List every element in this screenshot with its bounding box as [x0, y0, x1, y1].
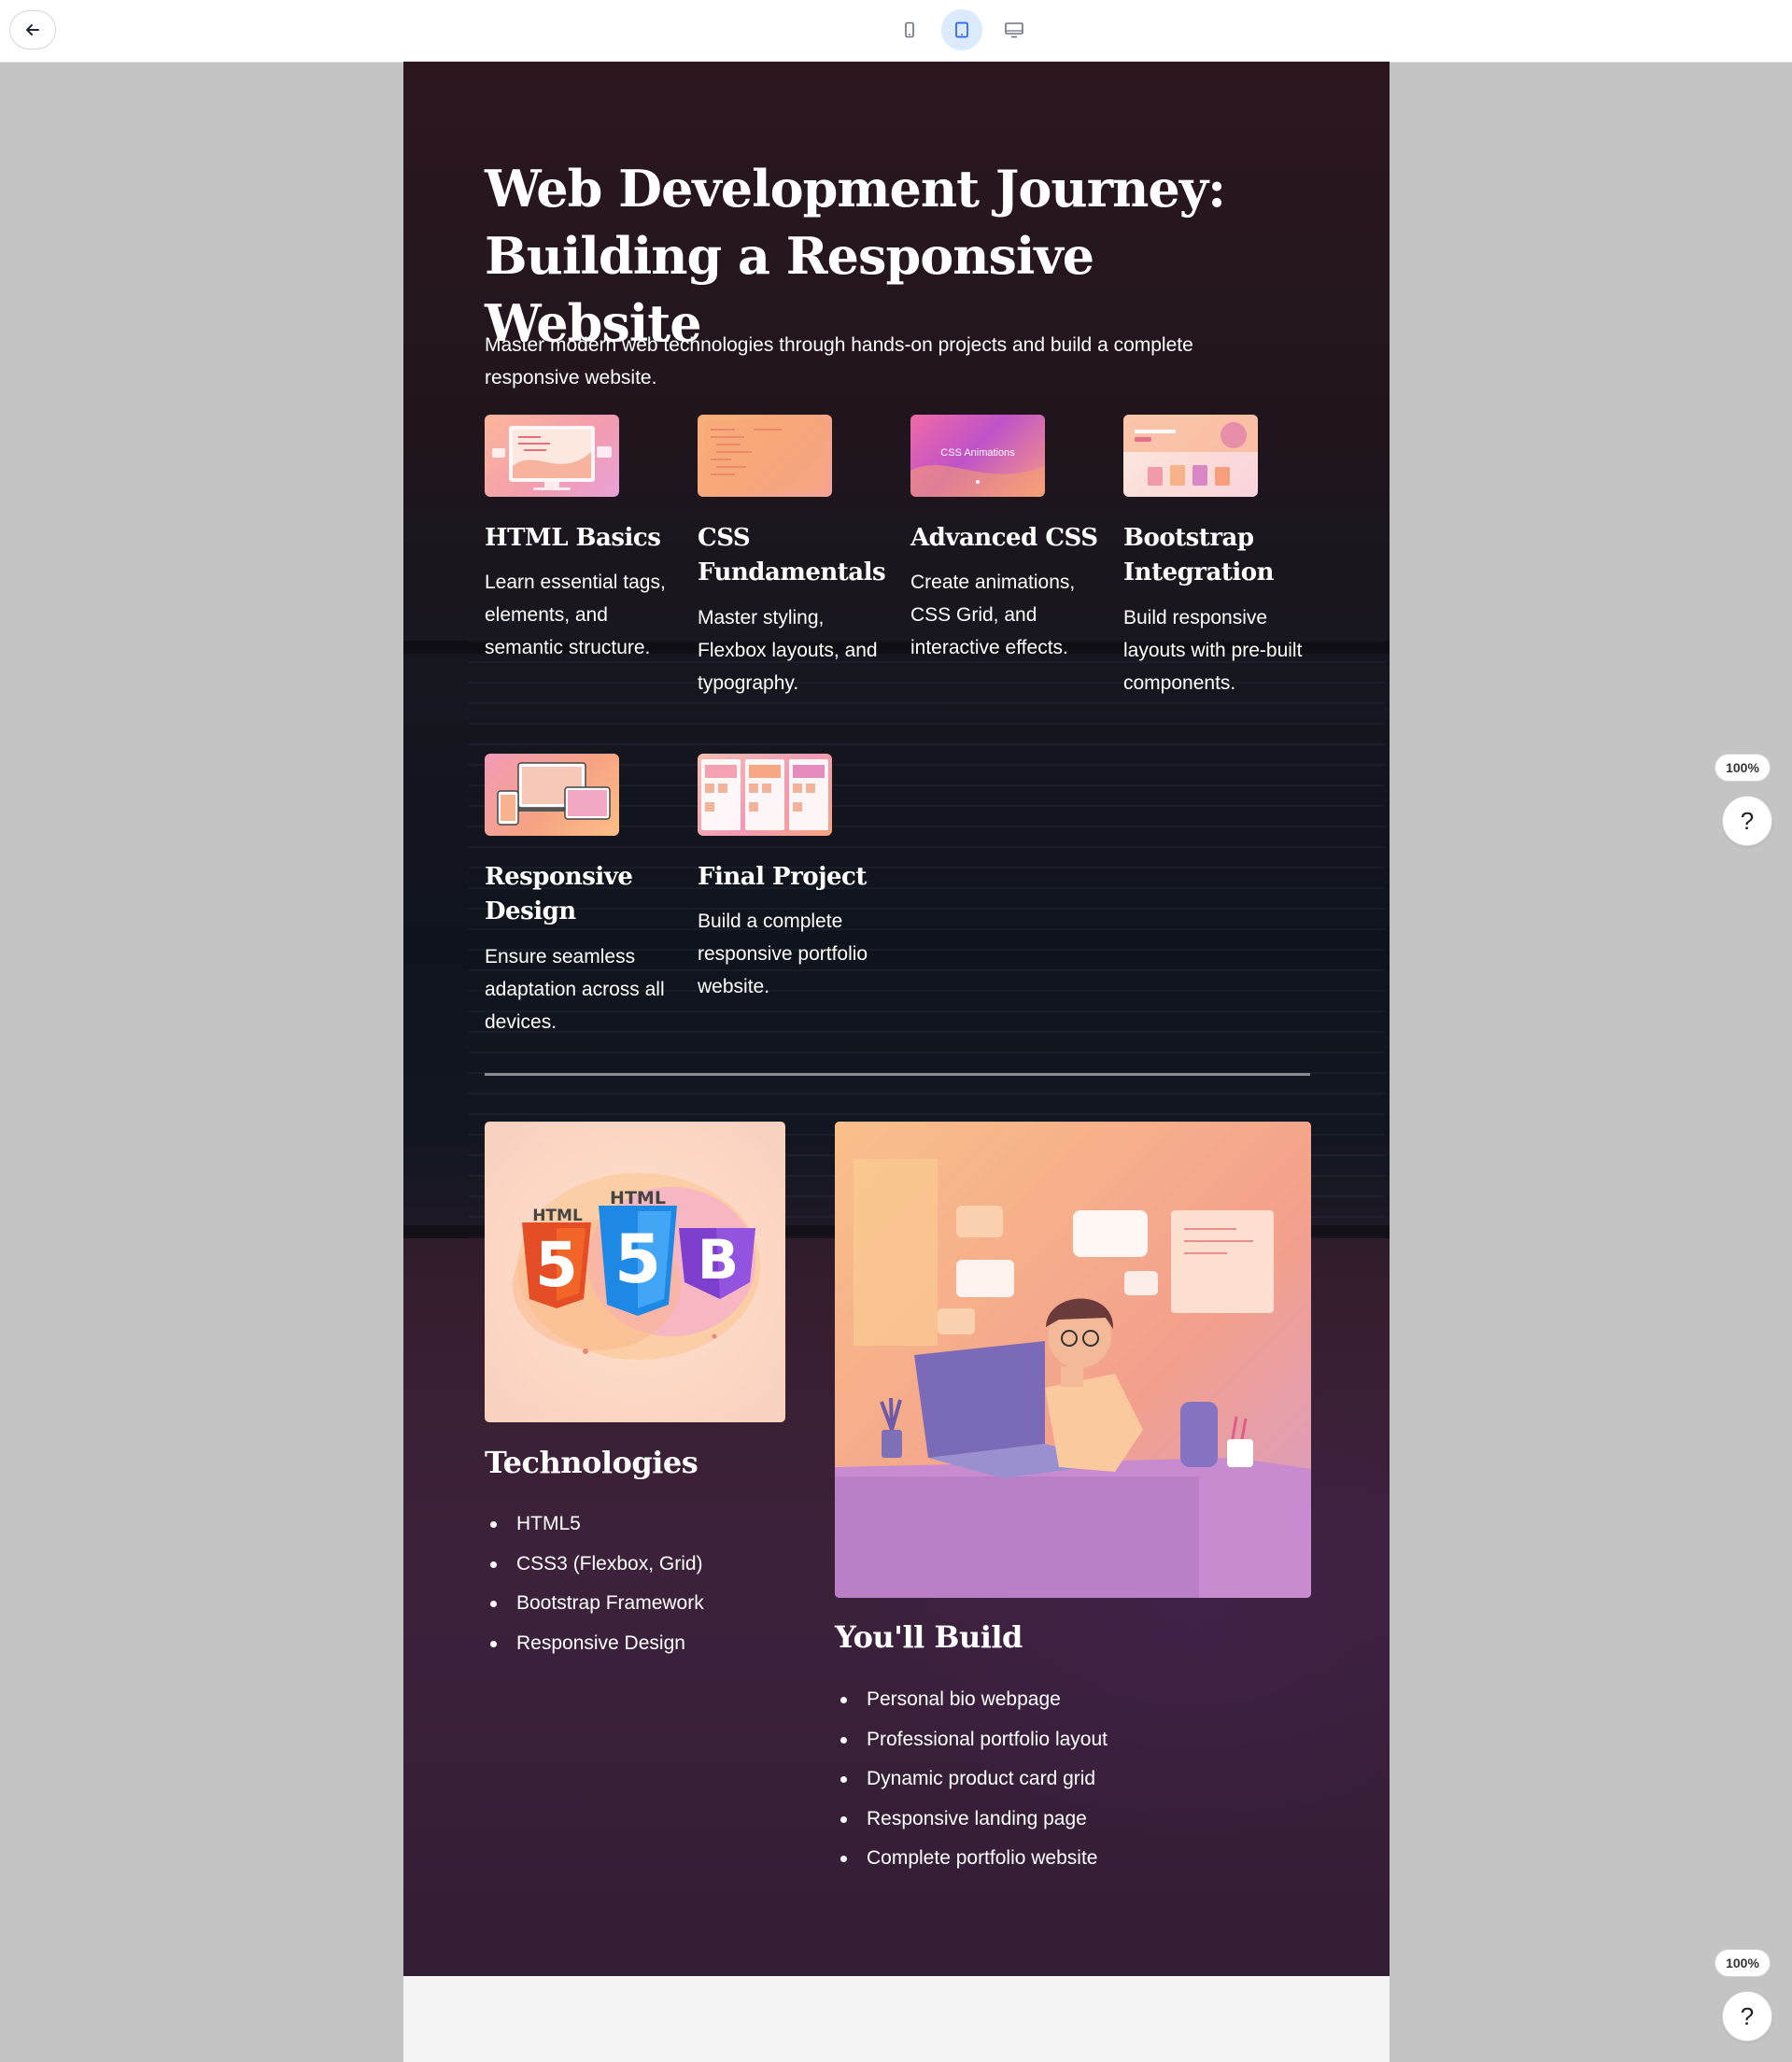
- code-monitor-icon: [492, 426, 612, 490]
- mobile-view-button[interactable]: [889, 9, 930, 50]
- module-card-css-fundamentals[interactable]: CSS Fundamentals Master styling, Flexbox…: [698, 415, 894, 694]
- html-label-left: HTML: [532, 1207, 583, 1225]
- html-label-top: HTML: [610, 1188, 666, 1208]
- css-animations-label: CSS Animations: [940, 447, 1015, 459]
- module-thumbnail: CSS Animations: [910, 415, 1045, 497]
- list-item: Bootstrap Framework: [485, 1584, 704, 1624]
- module-description: Build a complete responsive portfolio we…: [698, 911, 868, 997]
- desktop-icon: [1005, 22, 1023, 38]
- list-item: Responsive landing page: [835, 1800, 1108, 1840]
- zoom-indicator[interactable]: 100%: [1714, 754, 1771, 782]
- preview-toolbar: [0, 0, 1792, 63]
- list-item: Personal bio webpage: [835, 1680, 1108, 1720]
- frame-bottom-area: [403, 1976, 1390, 2062]
- module-description: Create animations, CSS Grid, and interac…: [910, 572, 1076, 658]
- module-description: Learn essential tags, elements, and sema…: [485, 572, 666, 658]
- module-title: Advanced CSS: [910, 524, 1098, 552]
- tablet-icon: [955, 21, 968, 38]
- technologies-list: HTML5 CSS3 (Flexbox, Grid) Bootstrap Fra…: [485, 1504, 704, 1663]
- page-title: Web Development Journey: Building a Resp…: [485, 155, 1288, 357]
- css-animations-banner: CSS Animations: [910, 447, 1045, 497]
- build-list: Personal bio webpage Professional portfo…: [835, 1680, 1108, 1879]
- module-description: Master styling, Flexbox layouts, and typ…: [698, 607, 878, 694]
- page-subtitle: Master modern web technologies through h…: [485, 334, 1193, 388]
- back-button[interactable]: [9, 10, 56, 49]
- website-layout-icon: [1123, 415, 1258, 497]
- list-item: CSS3 (Flexbox, Grid): [485, 1545, 704, 1585]
- section-divider: [485, 1073, 1310, 1076]
- module-title: Responsive Design: [485, 863, 633, 925]
- module-thumbnail: [1123, 415, 1258, 497]
- phone-icon: [905, 21, 914, 38]
- code-editor-icon: [703, 420, 826, 491]
- help-button[interactable]: ?: [1722, 1991, 1772, 2041]
- module-thumbnail: [698, 754, 832, 836]
- module-title: CSS Fundamentals: [698, 524, 886, 586]
- module-card-final-project[interactable]: Final Project Build a complete responsiv…: [698, 754, 894, 997]
- technologies-title: Technologies: [485, 1445, 698, 1480]
- module-thumbnail: [698, 415, 832, 497]
- preview-frame: Web Development Journey: Building a Resp…: [403, 62, 1390, 1976]
- arrow-left-icon: [26, 24, 39, 35]
- tech-logos-icon: 5 HTML 5 HTML B: [513, 1173, 760, 1360]
- module-card-bootstrap-integration[interactable]: Bootstrap Integration Build responsive l…: [1123, 415, 1319, 694]
- build-title: You'll Build: [835, 1619, 1023, 1655]
- tablet-view-button[interactable]: [941, 9, 982, 50]
- list-item: Complete portfolio website: [835, 1839, 1108, 1879]
- zoom-indicator[interactable]: 100%: [1714, 1949, 1771, 1977]
- module-title: Final Project: [698, 863, 867, 891]
- developer-at-desk-icon: [835, 1122, 1311, 1598]
- list-item: Responsive Design: [485, 1624, 704, 1664]
- desktop-view-button[interactable]: [994, 9, 1035, 50]
- module-thumbnail: [485, 754, 619, 836]
- css3-numeral: 5: [614, 1220, 661, 1298]
- technologies-illustration: 5 HTML 5 HTML B: [485, 1122, 785, 1422]
- multi-device-icon: [497, 762, 611, 826]
- module-card-advanced-css[interactable]: CSS Animations Advanced CSS Create anima…: [910, 415, 1107, 658]
- module-description: Build responsive layouts with pre-built …: [1123, 607, 1303, 694]
- module-title: HTML Basics: [485, 524, 661, 552]
- list-item: Dynamic product card grid: [835, 1759, 1108, 1800]
- list-item: HTML5: [485, 1504, 704, 1545]
- portfolio-pages-icon: [701, 759, 828, 830]
- title-line-1: Web Development Journey:: [485, 159, 1226, 219]
- help-button[interactable]: ?: [1722, 796, 1772, 846]
- list-item: Professional portfolio layout: [835, 1720, 1108, 1760]
- module-card-html-basics[interactable]: HTML Basics Learn essential tags, elemen…: [485, 415, 681, 658]
- device-switcher: [889, 9, 1035, 50]
- bootstrap-letter: B: [698, 1228, 739, 1292]
- module-card-responsive-design[interactable]: Responsive Design Ensure seamless adapta…: [485, 754, 681, 1033]
- developer-illustration: [835, 1122, 1311, 1598]
- module-description: Ensure seamless adaptation across all de…: [485, 946, 665, 1033]
- html5-numeral: 5: [535, 1229, 578, 1301]
- module-title: Bootstrap Integration: [1123, 524, 1274, 586]
- module-thumbnail: [485, 415, 619, 497]
